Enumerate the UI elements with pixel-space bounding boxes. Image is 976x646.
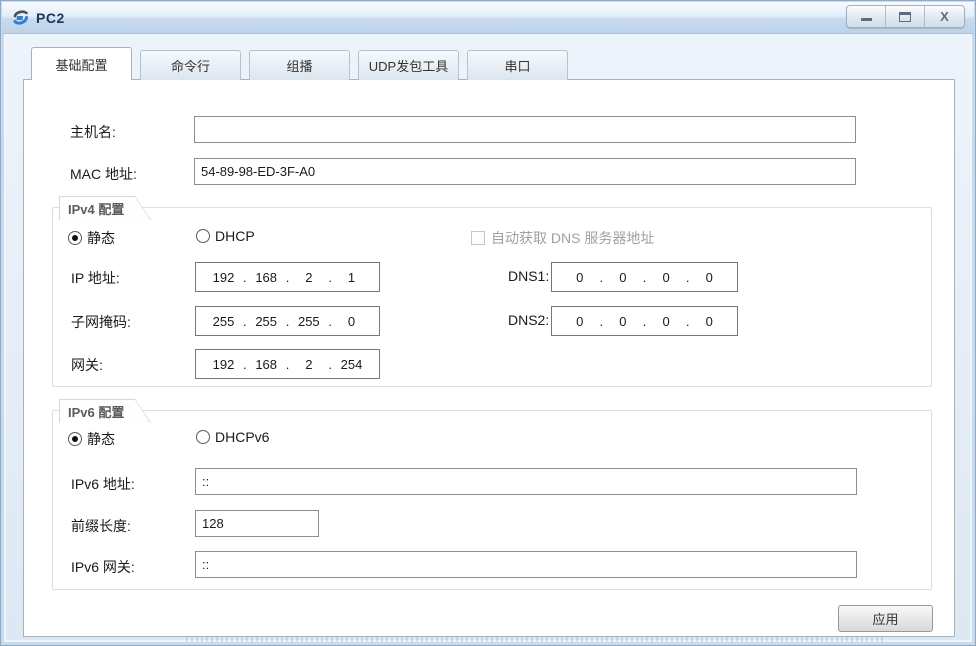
ip-octet: 192: [212, 356, 235, 372]
pc-config-window: PC2 X 基础配置 命令行 组播 UDP发包工具 串口 主机名: MAC 地址…: [0, 0, 976, 646]
gateway-label: 网关:: [71, 357, 103, 373]
ip-octet: 0: [619, 313, 627, 329]
ip-octet: 255: [212, 313, 235, 329]
tab-udp-tool[interactable]: UDP发包工具: [358, 50, 459, 80]
ip-separator: [600, 314, 604, 329]
ipv6-static-radio[interactable]: 静态: [68, 429, 115, 449]
tab-command-line[interactable]: 命令行: [140, 50, 241, 80]
ip-octet: 0: [347, 313, 356, 329]
ip-octet: 168: [255, 269, 278, 285]
window-controls: X: [846, 5, 965, 28]
ipv4-dhcp-label: DHCP: [215, 228, 255, 244]
basic-config-panel: 主机名: MAC 地址: IPv4 配置 静态 DHCP 自动获取 DNS 服务…: [23, 79, 955, 637]
maximize-icon: [899, 11, 911, 22]
ip-octet: 255: [297, 313, 320, 329]
window-title: PC2: [36, 9, 65, 26]
prefix-length-input[interactable]: [195, 510, 319, 537]
ip-separator: [286, 314, 290, 329]
ip-separator: [643, 270, 647, 285]
ipv4-static-radio[interactable]: 静态: [68, 228, 115, 248]
maximize-button[interactable]: [886, 6, 925, 27]
ip-octet: 254: [340, 356, 363, 372]
ip-address-label: IP 地址:: [71, 270, 120, 286]
subnet-mask-input[interactable]: 255 255 255 0: [195, 306, 380, 336]
ipv6-group-label: IPv6 配置: [60, 400, 150, 423]
ip-separator: [643, 314, 647, 329]
subnet-mask-label: 子网掩码:: [71, 314, 131, 330]
minimize-button[interactable]: [847, 6, 886, 27]
ipv6-address-input[interactable]: [195, 468, 857, 495]
hostname-label: 主机名:: [70, 124, 116, 140]
ipv6-address-label: IPv6 地址:: [71, 476, 135, 492]
ipv6-dhcp-label: DHCPv6: [215, 429, 270, 445]
ip-octet: 2: [305, 269, 313, 285]
tab-bar: 基础配置 命令行 组播 UDP发包工具 串口: [31, 47, 568, 80]
ipv6-dhcp-radio[interactable]: DHCPv6: [196, 429, 269, 445]
ensp-app-icon: [13, 9, 28, 25]
hostname-input[interactable]: [194, 116, 856, 143]
tab-serial[interactable]: 串口: [467, 50, 568, 80]
radio-unchecked-icon: [196, 229, 210, 243]
ip-separator: [686, 314, 690, 329]
close-icon: X: [940, 9, 949, 24]
ipv6-gateway-input[interactable]: [195, 551, 857, 578]
prefix-length-label: 前缀长度:: [71, 518, 131, 534]
ipv4-static-label: 静态: [87, 230, 115, 246]
apply-button[interactable]: 应用: [838, 605, 933, 632]
ip-octet: 0: [662, 269, 670, 285]
ip-separator: [328, 270, 332, 285]
ip-octet: 0: [576, 269, 584, 285]
ip-octet: 0: [662, 313, 670, 329]
ipv6-gateway-label: IPv6 网关:: [71, 559, 135, 575]
tab-multicast[interactable]: 组播: [249, 50, 350, 80]
ip-separator: [286, 357, 290, 372]
ip-separator: [243, 357, 247, 372]
ip-separator: [286, 270, 290, 285]
watermark-strip: [186, 637, 886, 642]
ip-separator: [328, 357, 332, 372]
dns2-label: DNS2:: [508, 312, 550, 328]
mac-input[interactable]: [194, 158, 856, 185]
ipv6-static-label: 静态: [87, 431, 115, 447]
ip-octet: 2: [305, 356, 313, 372]
mac-label: MAC 地址:: [70, 166, 137, 182]
ip-octet: 0: [705, 313, 713, 329]
ip-octet: 192: [212, 269, 235, 285]
ipv4-group-label: IPv4 配置: [60, 197, 150, 220]
ip-octet: 0: [619, 269, 627, 285]
ip-octet: 168: [255, 356, 278, 372]
tab-basic-config[interactable]: 基础配置: [31, 47, 132, 80]
ip-separator: [600, 270, 604, 285]
ip-separator: [243, 270, 247, 285]
ipv4-dhcp-radio[interactable]: DHCP: [196, 228, 255, 244]
dns-auto-label: 自动获取 DNS 服务器地址: [491, 230, 655, 246]
radio-checked-icon: [68, 432, 82, 446]
minimize-icon: [860, 18, 872, 21]
radio-unchecked-icon: [196, 430, 210, 444]
checkbox-unchecked-icon: [471, 231, 485, 245]
ipv4-group: IPv4 配置 静态 DHCP 自动获取 DNS 服务器地址 IP 地址: 19…: [52, 207, 932, 387]
close-button[interactable]: X: [925, 6, 964, 27]
dns-auto-checkbox[interactable]: 自动获取 DNS 服务器地址: [471, 228, 654, 248]
ip-separator: [686, 270, 690, 285]
ip-address-input[interactable]: 192 168 2 1: [195, 262, 380, 292]
ip-octet: 0: [705, 269, 713, 285]
ipv6-group-tab: IPv6 配置: [59, 399, 151, 423]
ip-octet: 0: [576, 313, 584, 329]
ipv4-group-tab: IPv4 配置: [59, 196, 151, 220]
ip-octet: 255: [255, 313, 278, 329]
ip-octet: 1: [347, 269, 356, 285]
dns1-input[interactable]: 0 0 0 0: [551, 262, 738, 292]
radio-checked-icon: [68, 231, 82, 245]
ip-separator: [243, 314, 247, 329]
ip-separator: [328, 314, 332, 329]
title-bar[interactable]: PC2 X: [2, 2, 974, 34]
dns2-input[interactable]: 0 0 0 0: [551, 306, 738, 336]
gateway-input[interactable]: 192 168 2 254: [195, 349, 380, 379]
dns1-label: DNS1:: [508, 268, 550, 284]
ipv6-group: IPv6 配置 静态 DHCPv6 IPv6 地址: 前缀长度: IPv6 网关…: [52, 410, 932, 590]
